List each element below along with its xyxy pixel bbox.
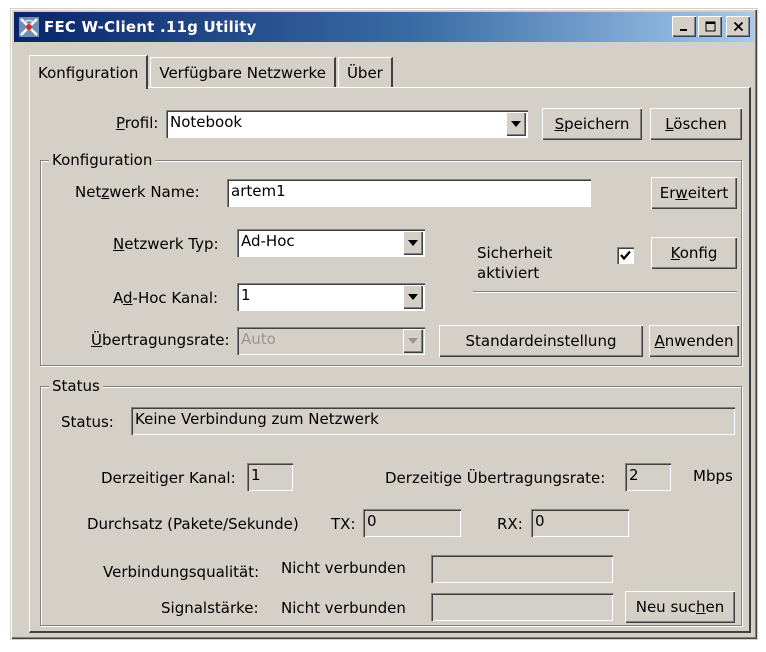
rx-label: RX: [497, 515, 523, 533]
profile-dropdown-button[interactable] [506, 112, 526, 136]
chevron-down-icon [408, 240, 418, 246]
rx-value: 0 [531, 509, 629, 537]
adhoc-channel-label: Ad-Hoc Kanal: [113, 289, 219, 307]
close-icon [733, 21, 743, 32]
link-quality-label: Verbindungsqualität: [103, 563, 260, 581]
delete-profile-button[interactable]: Löschen [650, 108, 742, 140]
transmit-rate-value: Auto [241, 330, 276, 348]
chevron-down-icon [408, 294, 418, 300]
defaults-button[interactable]: Standardeinstellung [439, 325, 643, 357]
link-quality-bar [431, 555, 613, 583]
tab-ueber[interactable]: Über [337, 57, 393, 87]
transmit-rate-label: Übertragungsrate: [91, 331, 230, 349]
status-group: Status Status: Keine Verbindung zum Netz… [40, 377, 742, 626]
configuration-group-title: Konfiguration [49, 151, 156, 169]
transmit-rate-dropdown-button[interactable] [403, 329, 423, 353]
save-label: Speichern [554, 115, 630, 133]
security-label: Sicherheit aktiviert [477, 244, 553, 282]
tab-label: Konfiguration [38, 63, 139, 82]
tab-panel-konfiguration: Profil: Notebook Speichern Löschen Konfi… [29, 87, 751, 633]
throughput-label: Durchsatz (Pakete/Sekunde) [87, 515, 299, 533]
tx-label: TX: [331, 515, 356, 533]
wireless-app-icon [18, 16, 40, 38]
tab-verfuegbare-netzwerke[interactable]: Verfügbare Netzwerke [150, 57, 336, 87]
maximize-icon [705, 21, 715, 32]
transmit-rate-select[interactable]: Auto [237, 327, 425, 355]
signal-strength-label: Signalstärke: [161, 599, 259, 617]
tab-konfiguration[interactable]: Konfiguration [29, 55, 149, 89]
advanced-button[interactable]: Erweitert [651, 177, 737, 209]
chevron-down-icon [408, 338, 418, 344]
profile-value: Notebook [170, 113, 243, 131]
utility-window: FEC W-Client .11g Utility Konfiguration … [10, 8, 758, 640]
advanced-label: Erweitert [659, 184, 729, 202]
rescan-button[interactable]: Neu suchen [625, 591, 735, 623]
tab-label: Über [346, 63, 383, 82]
link-quality-value: Nicht verbunden [281, 559, 406, 577]
current-rate-label: Derzeitige Übertragungsrate: [385, 469, 606, 487]
current-channel-label: Derzeitiger Kanal: [101, 469, 236, 487]
close-button[interactable] [726, 16, 750, 37]
security-separator [473, 291, 737, 293]
title-bar[interactable]: FEC W-Client .11g Utility [14, 12, 754, 42]
checkmark-icon [620, 250, 631, 261]
signal-strength-value: Nicht verbunden [281, 599, 406, 617]
tab-strip: Konfiguration Verfügbare Netzwerke Über [29, 55, 395, 89]
status-group-title: Status [49, 377, 103, 395]
adhoc-channel-dropdown-button[interactable] [403, 285, 423, 309]
signal-strength-bar [431, 593, 613, 621]
tab-label: Verfügbare Netzwerke [159, 63, 326, 82]
apply-label: Anwenden [654, 332, 734, 350]
network-type-label: Netzwerk Typ: [113, 235, 219, 253]
adhoc-channel-value: 1 [241, 286, 251, 304]
config-button[interactable]: Konfig [651, 237, 737, 269]
network-type-dropdown-button[interactable] [403, 231, 423, 255]
tx-value: 0 [363, 509, 461, 537]
current-rate-value: 2 [625, 463, 671, 491]
chevron-down-icon [511, 121, 521, 127]
network-type-select[interactable]: Ad-Hoc [237, 229, 425, 257]
apply-button[interactable]: Anwenden [649, 325, 739, 357]
status-label: Status: [61, 413, 114, 431]
minimize-button[interactable] [672, 16, 696, 37]
rate-unit-label: Mbps [693, 467, 733, 485]
maximize-button[interactable] [698, 16, 722, 37]
rescan-label: Neu suchen [635, 598, 725, 616]
profile-label: Profil: [116, 114, 159, 132]
adhoc-channel-select[interactable]: 1 [237, 283, 425, 311]
status-value-field: Keine Verbindung zum Netzwerk [131, 407, 735, 435]
profile-select[interactable]: Notebook [166, 110, 528, 138]
current-channel-value: 1 [247, 463, 293, 491]
network-name-label: Netzwerk Name: [75, 183, 200, 201]
configuration-group: Konfiguration Netzwerk Name: artem1 Erwe… [40, 151, 742, 366]
config-button-label: Konfig [670, 244, 718, 262]
network-name-input[interactable]: artem1 [227, 179, 591, 207]
delete-label: Löschen [665, 115, 727, 133]
minimize-icon [680, 28, 687, 31]
security-checkbox[interactable] [617, 247, 634, 264]
save-profile-button[interactable]: Speichern [542, 108, 642, 140]
network-type-value: Ad-Hoc [241, 232, 295, 250]
window-title: FEC W-Client .11g Utility [44, 18, 257, 36]
